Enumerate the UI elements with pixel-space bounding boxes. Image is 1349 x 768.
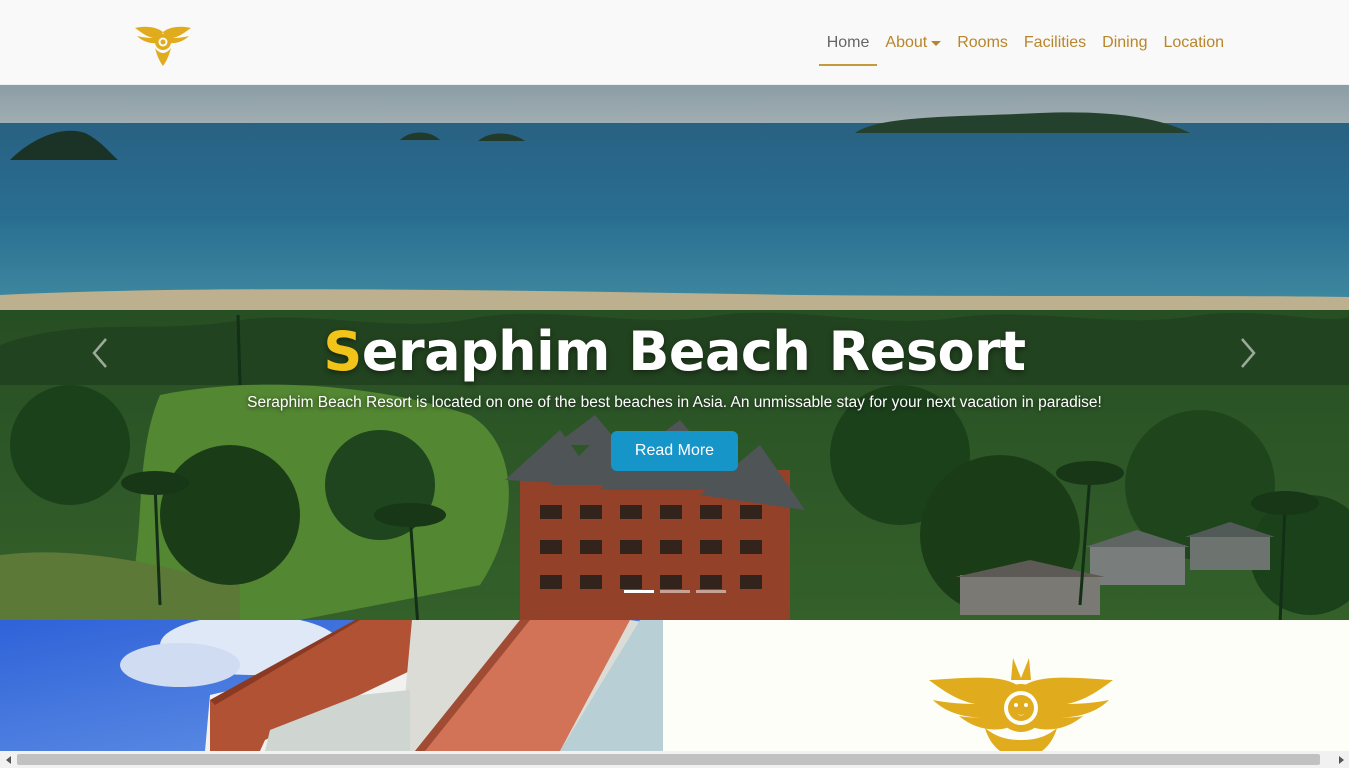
nav-about-label: About xyxy=(885,33,928,51)
nav-rooms-label: Rooms xyxy=(957,33,1008,51)
nav-rooms[interactable]: Rooms xyxy=(949,23,1016,63)
hero-carousel: Seraphim Beach Resort Seraphim Beach Res… xyxy=(0,85,1349,620)
nav-links: Home About Rooms Facilities Dining Locat… xyxy=(818,0,1233,85)
seraphim-emblem-icon xyxy=(925,658,1117,754)
scroll-left-arrow-icon[interactable] xyxy=(0,751,17,768)
about-section xyxy=(663,620,1349,754)
read-more-button[interactable]: Read More xyxy=(611,431,738,471)
nav-location-label: Location xyxy=(1163,33,1225,51)
nav-facilities[interactable]: Facilities xyxy=(1016,23,1094,63)
nav-dining[interactable]: Dining xyxy=(1094,23,1155,63)
nav-dining-label: Dining xyxy=(1102,33,1148,51)
caret-down-icon xyxy=(931,40,942,46)
nav-location[interactable]: Location xyxy=(1156,23,1233,63)
about-building-image xyxy=(0,620,663,751)
hero-title-first-letter: S xyxy=(323,320,362,383)
hero-subtitle: Seraphim Beach Resort is located on one … xyxy=(247,394,1102,411)
brand-logo-icon[interactable] xyxy=(133,22,193,68)
nav-about-dropdown[interactable]: About xyxy=(877,23,949,63)
nav-home-label: Home xyxy=(826,33,870,51)
carousel-indicator-3[interactable] xyxy=(696,590,726,593)
scroll-right-arrow-icon[interactable] xyxy=(1332,751,1349,768)
navbar: Home About Rooms Facilities Dining Locat… xyxy=(0,0,1349,85)
carousel-indicator-1[interactable] xyxy=(624,590,654,593)
carousel-indicators xyxy=(624,590,726,593)
nav-home[interactable]: Home xyxy=(818,23,878,66)
scrollbar-thumb[interactable] xyxy=(17,754,1320,765)
nav-facilities-label: Facilities xyxy=(1023,33,1087,51)
hero-title: Seraphim Beach Resort xyxy=(0,320,1349,383)
hero-title-rest: eraphim Beach Resort xyxy=(361,320,1026,383)
carousel-indicator-2[interactable] xyxy=(660,590,690,593)
horizontal-scrollbar[interactable] xyxy=(0,751,1349,768)
